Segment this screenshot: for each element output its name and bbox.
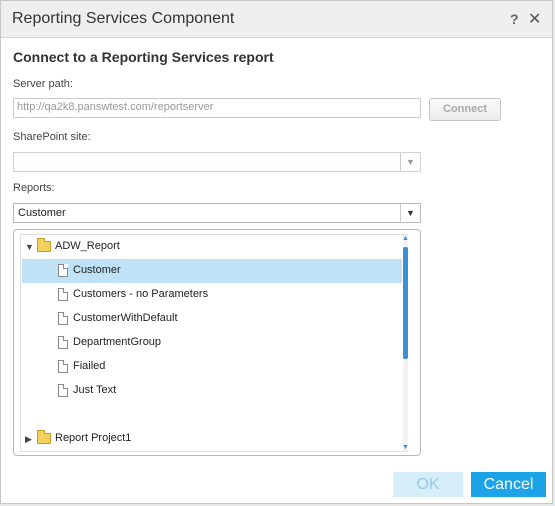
tree-report-row[interactable]: Fiailed: [22, 355, 402, 379]
tree-folder-row[interactable]: ▼ ADW_Report: [22, 235, 402, 259]
server-path-input[interactable]: http://qa2k8.panswtest.com/reportserver: [13, 98, 421, 118]
tree-item-label: Customer: [73, 264, 121, 276]
scroll-down-icon[interactable]: ▼: [402, 444, 409, 451]
chevron-down-icon[interactable]: ▼: [400, 153, 420, 171]
collapse-icon[interactable]: ▼: [25, 242, 34, 252]
tree-item-label: Fiailed: [73, 360, 106, 372]
reporting-services-dialog: Reporting Services Component ? ✕ Connect…: [0, 0, 553, 504]
tree-report-row[interactable]: CustomerWithDefault: [22, 307, 402, 331]
server-path-value: http://qa2k8.panswtest.com/reportserver: [17, 101, 214, 113]
dialog-title: Reporting Services Component: [12, 10, 235, 27]
ok-button[interactable]: OK: [393, 472, 463, 497]
page-heading: Connect to a Reporting Services report: [13, 49, 274, 65]
tree-scrollbar[interactable]: ▲ ▼: [402, 235, 409, 451]
tree-report-row[interactable]: Customer: [22, 259, 402, 283]
tree-folder-row[interactable]: ▶ Report Project1: [22, 427, 402, 451]
report-file-icon: [58, 288, 68, 301]
folder-icon: [37, 238, 51, 252]
close-icon[interactable]: ✕: [528, 9, 541, 29]
tree-item-label: CustomerWithDefault: [73, 312, 178, 324]
tree-item-label: Just Text: [73, 384, 117, 396]
reports-selected-value: Customer: [18, 207, 66, 219]
sharepoint-site-label: SharePoint site:: [13, 131, 91, 143]
report-file-icon: [58, 384, 68, 397]
report-file-icon: [58, 312, 68, 325]
reports-select[interactable]: Customer ▼: [13, 203, 421, 223]
reports-label: Reports:: [13, 182, 55, 194]
reports-tree: ▼ ADW_Report Customer Customers - no Parame…: [13, 229, 421, 456]
tree-item-label: ADW_Report: [55, 240, 120, 252]
report-file-icon: [58, 336, 68, 349]
tree-report-row[interactable]: DepartmentGroup: [22, 331, 402, 355]
report-file-icon: [58, 360, 68, 373]
scroll-up-icon[interactable]: ▲: [402, 235, 409, 242]
folder-icon: [37, 430, 51, 444]
tree-item-label: Customers - no Parameters: [73, 288, 209, 300]
connect-button[interactable]: Connect: [429, 98, 501, 121]
title-bar: Reporting Services Component ? ✕: [1, 1, 552, 38]
chevron-down-icon[interactable]: ▼: [400, 204, 420, 222]
report-file-icon: [58, 264, 68, 277]
help-icon[interactable]: ?: [510, 11, 519, 27]
scrollbar-thumb[interactable]: [403, 247, 408, 359]
server-path-label: Server path:: [13, 78, 73, 90]
reports-tree-viewport: ▼ ADW_Report Customer Customers - no Parame…: [20, 234, 409, 452]
tree-report-row[interactable]: Just Text: [22, 379, 402, 403]
tree-report-row[interactable]: Customers - no Parameters: [22, 283, 402, 307]
expand-icon[interactable]: ▶: [25, 434, 32, 445]
tree-item-label: DepartmentGroup: [73, 336, 162, 348]
cancel-button[interactable]: Cancel: [471, 472, 546, 497]
tree-item-label: Report Project1: [55, 432, 132, 444]
sharepoint-site-select[interactable]: ▼: [13, 152, 421, 172]
